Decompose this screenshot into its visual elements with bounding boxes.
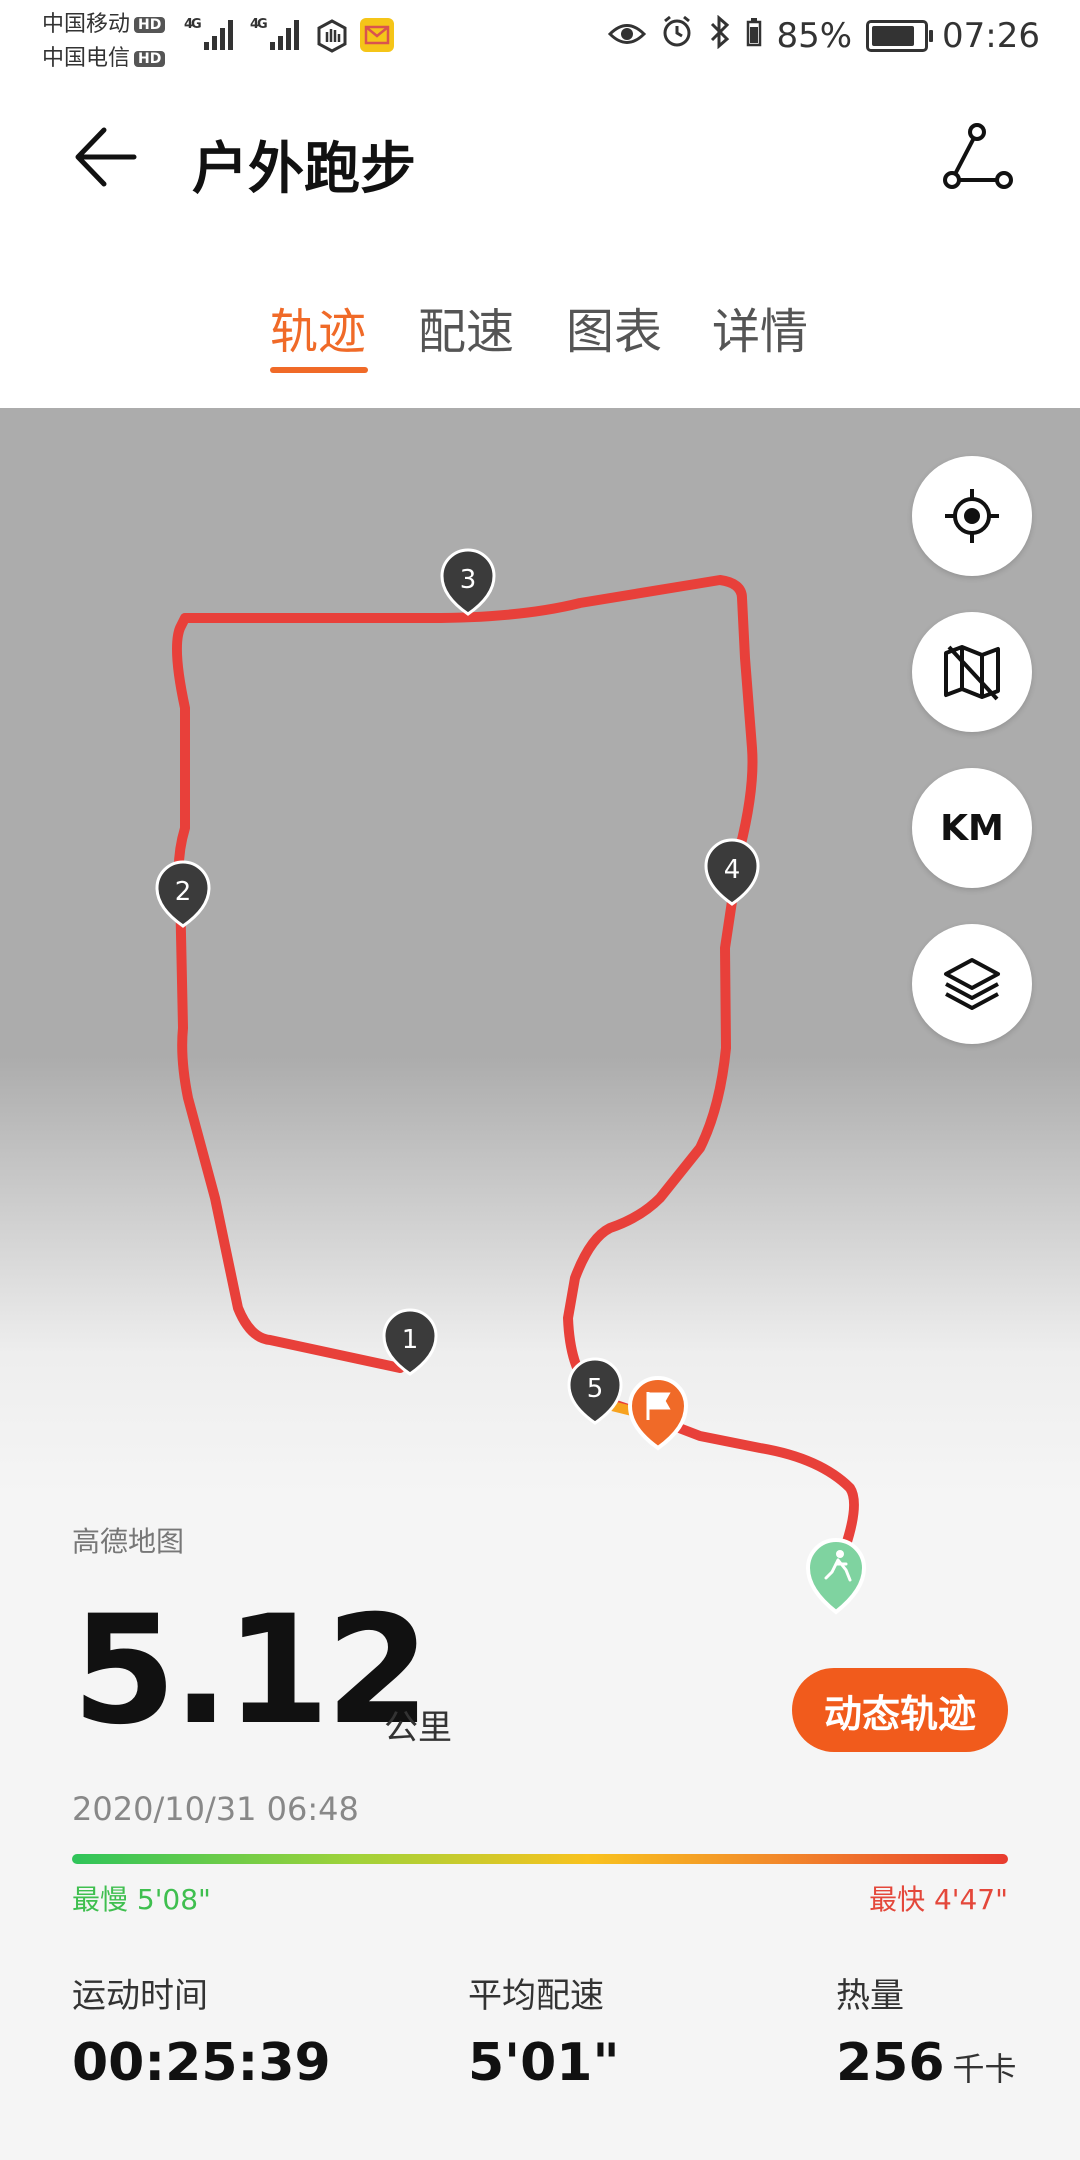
carrier-2-label: 中国电信: [42, 46, 131, 71]
clock-time: 07:26: [942, 16, 1040, 56]
km-marker-5[interactable]: 5: [567, 1357, 623, 1425]
stat-label-calories: 热量: [836, 1976, 904, 2016]
layers-icon: [944, 958, 1000, 1010]
start-runner-icon[interactable]: [805, 1538, 867, 1615]
mail-icon: [360, 18, 394, 52]
tab-track[interactable]: 轨迹: [270, 292, 366, 362]
svg-text:4G: 4G: [250, 17, 267, 32]
stat-value-duration: 00:25:39: [72, 2033, 331, 2093]
battery-percent: 85%: [776, 16, 853, 56]
km-marker-5-label: 5: [587, 1374, 604, 1404]
signal-icon-2: 4G: [250, 14, 306, 61]
map-source-label: 高德地图: [72, 1525, 185, 1558]
carrier-1: 中国移动 HD: [42, 6, 166, 38]
svg-text:4G: 4G: [184, 17, 201, 32]
share-route-icon: [943, 123, 1013, 189]
locate-icon: [945, 489, 999, 543]
km-marker-2[interactable]: 2: [155, 860, 211, 928]
dynamic-track-button[interactable]: 动态轨迹: [792, 1668, 1008, 1752]
tab-indicator: [270, 367, 368, 373]
status-bar: 中国移动 HD 中国电信 HD 4G 4G 85% 07:26: [0, 0, 1080, 72]
battery-icon: [866, 20, 934, 52]
slowest-pace: 最慢 5'08": [72, 1883, 211, 1916]
pace-gradient-bar: [72, 1854, 1008, 1864]
stat-value-duration-text: 00:25:39: [72, 2033, 331, 2093]
alarm-icon: [660, 15, 694, 58]
distance-unit: 公里: [384, 1708, 452, 1748]
stat-value-pace: 5'01": [468, 2033, 620, 2093]
stat-unit-calories: 千卡: [952, 2050, 1017, 2088]
route-map[interactable]: 1 2 3 4 5 KM 高德地图 5.12 公里 动态轨迹 2020/10/3…: [0, 408, 1080, 2160]
locate-button[interactable]: [912, 456, 1032, 576]
carrier-2: 中国电信 HD: [42, 40, 166, 72]
km-marker-1[interactable]: 1: [382, 1282, 462, 1376]
page-title: 户外跑步: [192, 137, 416, 202]
km-toggle-label: KM: [940, 807, 1004, 849]
arrow-left-icon: [75, 127, 137, 187]
hand-icon: [314, 18, 350, 58]
km-marker-4[interactable]: 4: [704, 838, 760, 906]
bluetooth-icon: [708, 14, 732, 58]
eye-icon: [608, 16, 647, 56]
app-bar: 户外跑步: [0, 72, 1080, 242]
km-marker-3-label: 3: [460, 565, 477, 595]
hide-map-button[interactable]: [912, 612, 1032, 732]
km-marker-3[interactable]: 3: [440, 548, 496, 616]
stat-value-calories: 256 千卡: [836, 2033, 1017, 2093]
km-marker-4-label: 4: [724, 855, 741, 885]
share-button[interactable]: [940, 122, 1014, 196]
workout-datetime: 2020/10/31 06:48: [72, 1790, 359, 1828]
battery-small-icon: [746, 16, 762, 56]
finish-flag-icon[interactable]: [627, 1376, 689, 1451]
map-off-icon: [944, 645, 1000, 701]
distance-value: 5.12: [72, 1584, 430, 1758]
stat-value-calories-text: 256: [836, 2033, 945, 2093]
route-path: [171, 575, 859, 1581]
route-layer: 1 2 3 4 5: [155, 548, 867, 1615]
tab-charts[interactable]: 图表: [566, 292, 662, 362]
carrier-1-label: 中国移动: [42, 12, 131, 37]
battery-fill: [872, 26, 914, 46]
stat-label-duration: 运动时间: [72, 1976, 208, 2016]
hd-badge-2: HD: [134, 51, 166, 67]
stat-value-pace-text: 5'01": [468, 2033, 620, 2093]
fastest-pace: 最快 4'47": [869, 1883, 1008, 1916]
hd-badge-1: HD: [134, 17, 166, 33]
status-right: 85% 07:26: [608, 12, 1040, 60]
back-button[interactable]: [70, 122, 140, 192]
layers-button[interactable]: [912, 924, 1032, 1044]
tab-details[interactable]: 详情: [712, 292, 808, 362]
tab-pace[interactable]: 配速: [418, 292, 514, 362]
km-toggle-button[interactable]: KM: [912, 768, 1032, 888]
km-marker-1-label: 1: [402, 1325, 419, 1355]
stat-label-pace: 平均配速: [468, 1976, 604, 2016]
tab-bar: 轨迹 配速 图表 详情: [0, 242, 1080, 408]
signal-icon-1: 4G: [184, 14, 240, 61]
km-marker-2-label: 2: [175, 877, 192, 907]
